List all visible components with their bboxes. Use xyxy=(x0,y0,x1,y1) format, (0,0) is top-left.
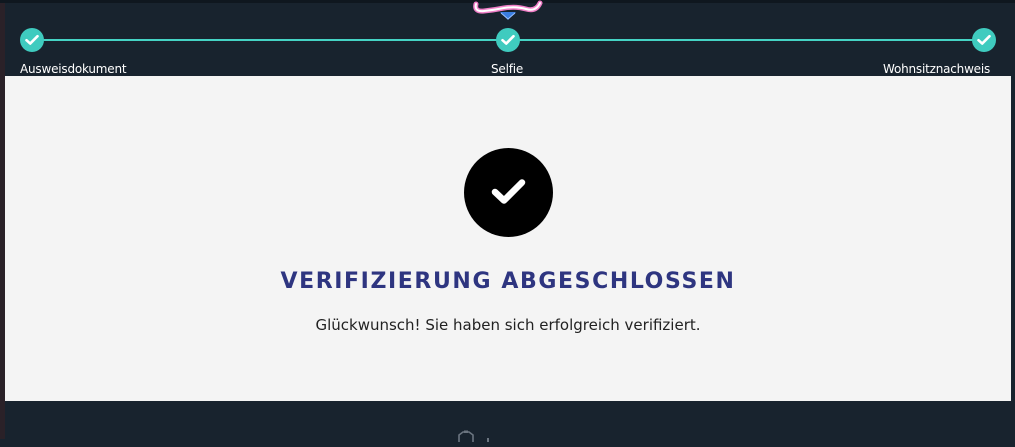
step-3-label: Wohnsitznachweis xyxy=(883,62,991,76)
step-2-check-icon xyxy=(496,28,520,52)
step-1-check-icon xyxy=(20,28,44,52)
verification-card: VERIFIZIERUNG ABGESCHLOSSEN Glückwunsch!… xyxy=(5,76,1011,401)
step-2-label: Selfie xyxy=(491,62,524,76)
verification-message: Glückwunsch! Sie haben sich erfolgreich … xyxy=(315,316,701,334)
step-3-check-icon xyxy=(972,28,996,52)
footer-logo-icon xyxy=(457,429,493,442)
step-1-label: Ausweisdokument xyxy=(20,62,127,76)
casino-logo-icon xyxy=(470,0,546,24)
verification-title: VERIFIZIERUNG ABGESCHLOSSEN xyxy=(280,269,736,294)
checkmark-icon xyxy=(464,148,553,237)
